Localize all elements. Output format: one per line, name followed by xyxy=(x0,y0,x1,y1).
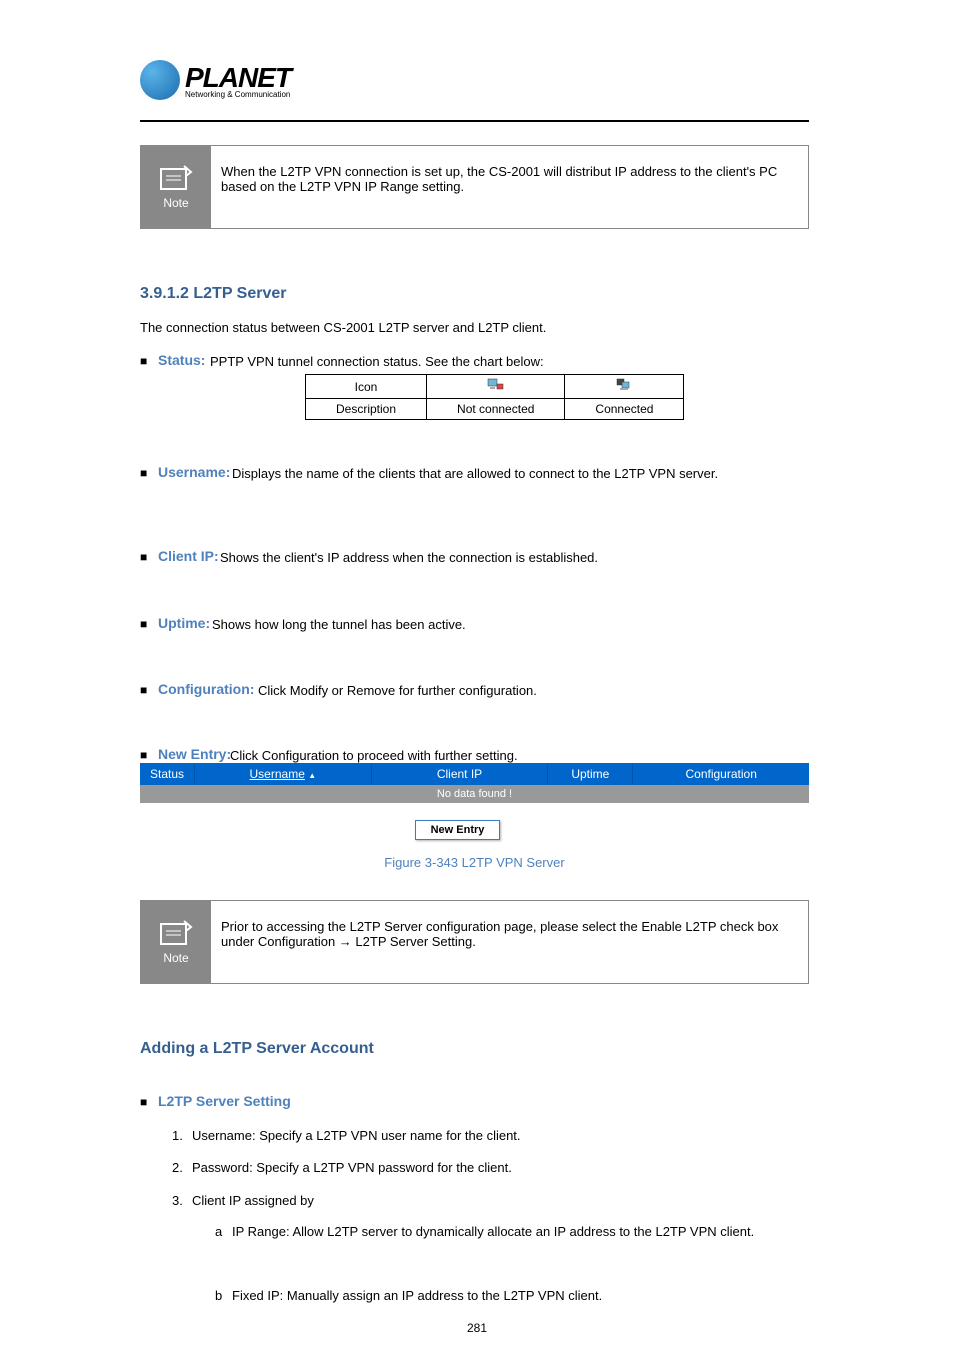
config-text: Click Modify or Remove for further confi… xyxy=(258,683,537,698)
th-status: Status xyxy=(140,764,195,784)
th-username[interactable]: Username ▲ xyxy=(195,764,372,784)
status-label: Status: xyxy=(158,352,205,368)
icon-table-d2: Not connected xyxy=(427,399,565,420)
sort-up-icon: ▲ xyxy=(308,771,316,780)
brand-tagline: Networking & Communication xyxy=(185,90,291,99)
th-username-link[interactable]: Username xyxy=(250,767,305,781)
note-box-1: Note When the L2TP VPN connection is set… xyxy=(140,145,809,229)
sub-text-2: Password: Specify a L2TP VPN password fo… xyxy=(192,1160,512,1175)
status-icon-table: Icon Description Not connected Connected xyxy=(305,374,684,420)
no-data-row: No data found ! xyxy=(140,785,809,803)
icon-table-d3: Connected xyxy=(565,399,684,420)
th-uptime: Uptime xyxy=(548,764,633,784)
config-label: Configuration: xyxy=(158,681,254,697)
bullet-clientip: ■ xyxy=(140,550,147,564)
username-label: Username: xyxy=(158,464,230,480)
note-icon-cell-2: Note xyxy=(141,901,211,983)
section-desc: The connection status between CS-2001 L2… xyxy=(140,320,809,335)
icon-connected-cell xyxy=(565,375,684,399)
bullet-config: ■ xyxy=(140,683,147,697)
note-text-1: When the L2TP VPN connection is set up, … xyxy=(211,146,808,228)
l2tp-setting-label: L2TP Server Setting xyxy=(158,1093,291,1109)
sub-text-3b: Fixed IP: Manually assign an IP address … xyxy=(232,1288,809,1303)
icon-table-d1: Description xyxy=(306,399,427,420)
icon-table-h1: Icon xyxy=(306,375,427,399)
sub-bullet-3a: a xyxy=(215,1224,222,1239)
newentry-label: New Entry: xyxy=(158,746,231,762)
sub-text-3a: IP Range: Allow L2TP server to dynamical… xyxy=(232,1224,809,1239)
section-title-l2tp-server: 3.9.1.2 L2TP Server xyxy=(140,285,286,303)
newentry-text: Click Configuration to proceed with furt… xyxy=(230,748,518,763)
note-box-2: Note Prior to accessing the L2TP Server … xyxy=(140,900,809,984)
connected-icon xyxy=(615,378,633,392)
bullet-uptime: ■ xyxy=(140,617,147,631)
header-divider xyxy=(140,120,809,122)
note-icon-cell: Note xyxy=(141,146,211,228)
clientip-label: Client IP: xyxy=(158,548,219,564)
sub-text-1: Username: Specify a L2TP VPN user name f… xyxy=(192,1128,521,1143)
sub-bullet-3b: b xyxy=(215,1288,222,1303)
uptime-text: Shows how long the tunnel has been activ… xyxy=(212,617,466,632)
status-text: PPTP VPN tunnel connection status. See t… xyxy=(210,354,544,369)
note-icon xyxy=(156,164,196,194)
icon-disconnected-cell xyxy=(427,375,565,399)
sub-bullet-3: 3. xyxy=(172,1193,183,1208)
username-text: Displays the name of the clients that ar… xyxy=(232,466,809,481)
note-label: Note xyxy=(163,196,188,210)
l2tp-server-table: Status Username ▲ Client IP Uptime Confi… xyxy=(140,763,809,803)
globe-icon xyxy=(140,60,180,100)
section-title-adding: Adding a L2TP Server Account xyxy=(140,1040,374,1058)
bullet-status: ■ xyxy=(140,354,147,368)
brand-name: PLANET xyxy=(185,62,291,94)
th-clientip: Client IP xyxy=(372,764,549,784)
bullet-newentry: ■ xyxy=(140,748,147,762)
page-number: 281 xyxy=(0,1321,954,1335)
brand-logo: PLANET Networking & Communication xyxy=(140,60,291,100)
bullet-username: ■ xyxy=(140,466,147,480)
clientip-text: Shows the client's IP address when the c… xyxy=(220,550,809,565)
th-config: Configuration xyxy=(633,764,809,784)
bullet-l2tp-setting: ■ xyxy=(140,1095,147,1109)
note-label-2: Note xyxy=(163,951,188,965)
note-text-2: Prior to accessing the L2TP Server confi… xyxy=(211,901,808,983)
sub-bullet-2: 2. xyxy=(172,1160,183,1175)
sub-bullet-1: 1. xyxy=(172,1128,183,1143)
note-icon-2 xyxy=(156,919,196,949)
table-header-row: Status Username ▲ Client IP Uptime Confi… xyxy=(140,763,809,785)
figure-label-1: Figure 3-343 L2TP VPN Server xyxy=(140,855,809,870)
disconnected-icon xyxy=(487,378,505,392)
sub-text-3: Client IP assigned by xyxy=(192,1193,314,1208)
new-entry-button[interactable]: New Entry xyxy=(415,820,500,840)
uptime-label: Uptime: xyxy=(158,615,210,631)
